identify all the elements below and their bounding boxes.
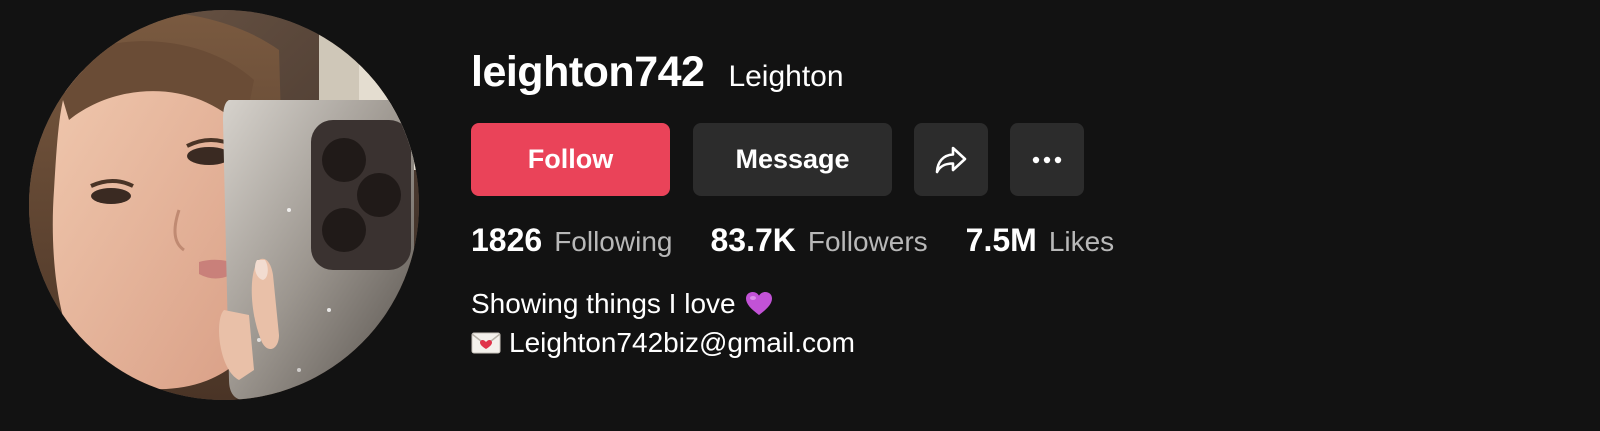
name-row: leighton742 Leighton (471, 48, 844, 97)
more-button[interactable] (1010, 123, 1084, 196)
more-dots-icon (1032, 156, 1062, 163)
bio-line-2: Leighton742biz@gmail.com (471, 323, 855, 362)
stat-followers[interactable]: 83.7K Followers (710, 222, 927, 259)
purple-heart-icon (745, 291, 772, 315)
message-button[interactable]: Message (693, 123, 892, 196)
followers-count: 83.7K (710, 222, 796, 258)
share-button[interactable] (914, 123, 988, 196)
nickname: Leighton (728, 60, 844, 93)
stats-row: 1826 Following 83.7K Followers 7.5M Like… (471, 222, 1152, 259)
bio: Showing things I love Leighton742biz@gma… (471, 284, 855, 362)
share-arrow-icon (935, 146, 967, 173)
followers-label: Followers (807, 226, 928, 257)
following-label: Following (554, 226, 673, 257)
stat-following[interactable]: 1826 Following (471, 222, 672, 259)
bio-email[interactable]: Leighton742biz@gmail.com (509, 323, 855, 362)
avatar[interactable] (29, 10, 419, 400)
avatar-photo (29, 10, 419, 400)
bio-text: Showing things I love (471, 288, 736, 319)
profile-info: leighton742 Leighton Follow Message 1826… (471, 0, 1571, 431)
following-count: 1826 (471, 222, 543, 258)
bio-line-1: Showing things I love (471, 284, 855, 323)
likes-count: 7.5M (965, 222, 1037, 258)
follow-button[interactable]: Follow (471, 123, 670, 196)
username: leighton742 (471, 48, 705, 96)
stat-likes: 7.5M Likes (966, 222, 1115, 259)
likes-label: Likes (1048, 226, 1115, 257)
love-letter-icon (471, 332, 501, 353)
